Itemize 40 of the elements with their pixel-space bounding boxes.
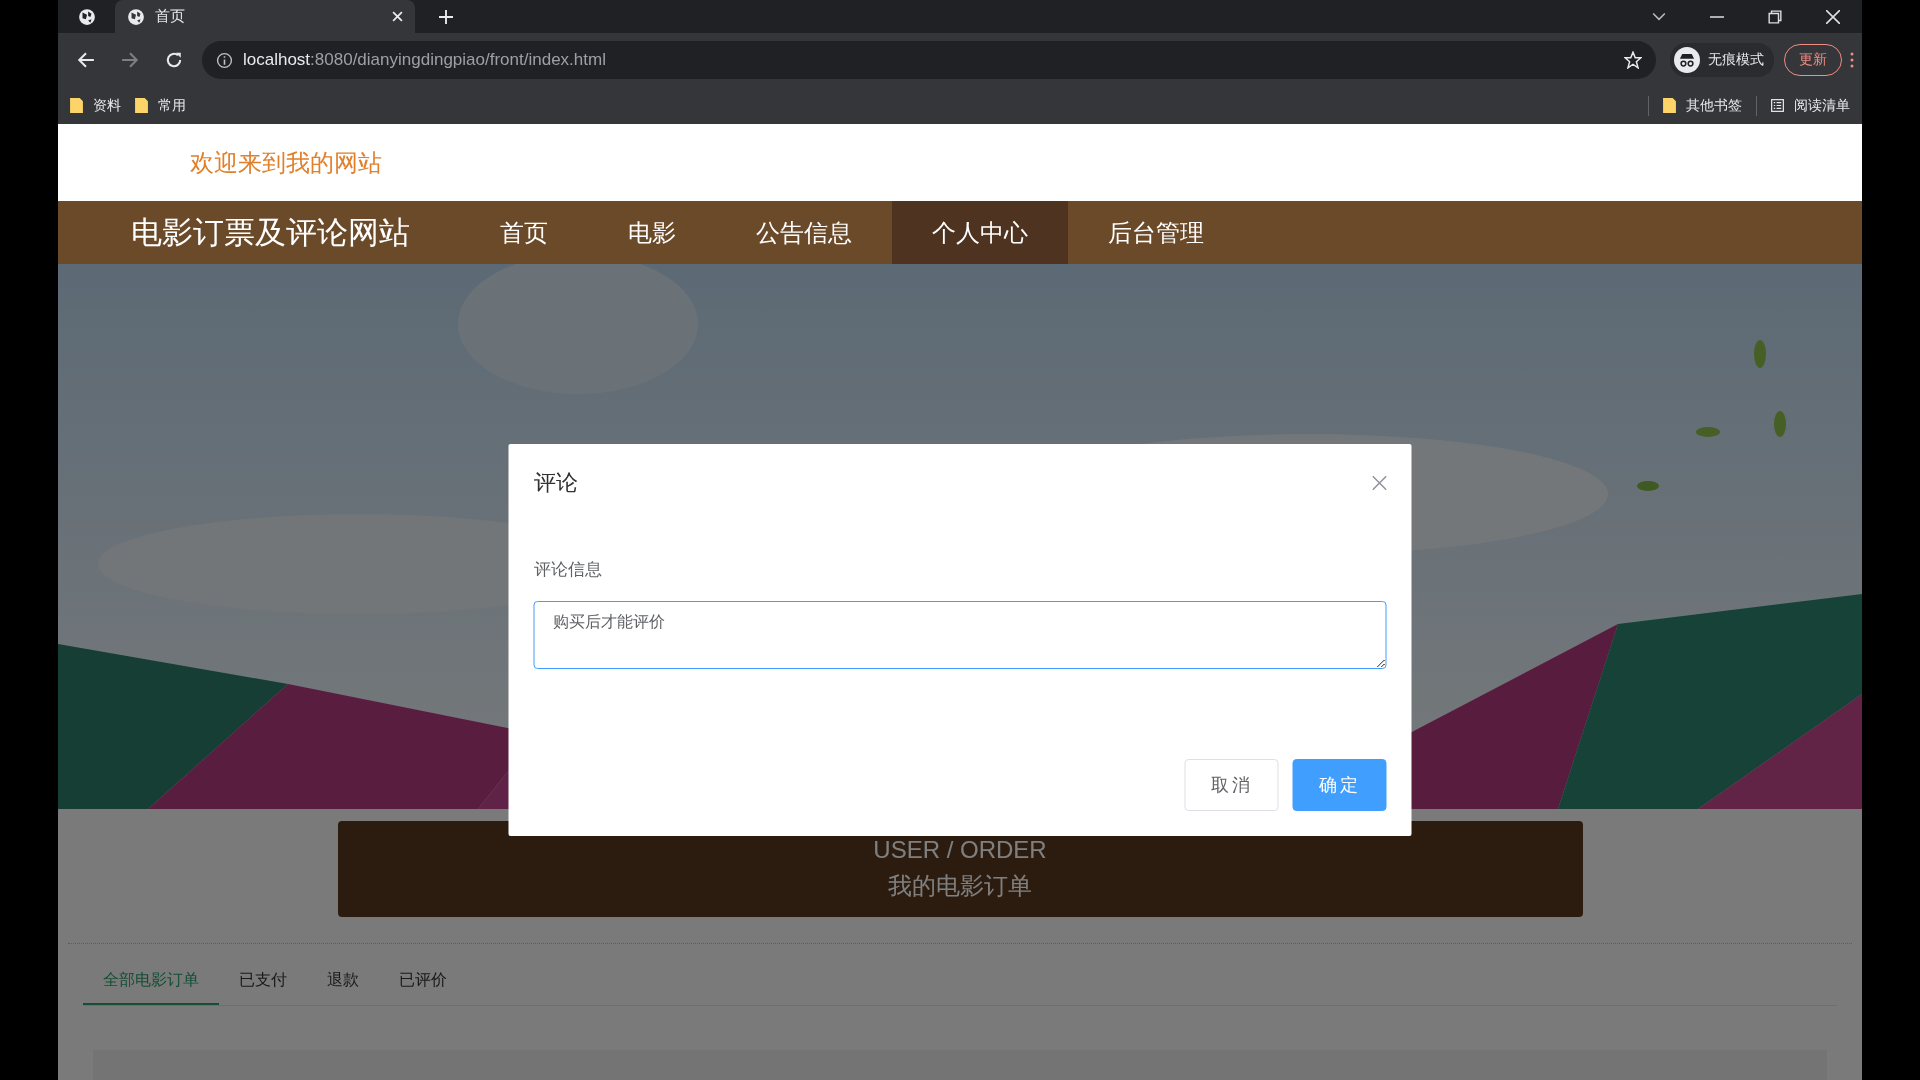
star-icon[interactable] — [1624, 51, 1642, 70]
more-icon[interactable] — [1850, 52, 1854, 69]
globe-icon — [127, 7, 145, 26]
reload-icon[interactable] — [165, 51, 183, 70]
nav-link[interactable]: 公告信息 — [716, 201, 892, 264]
nav-link[interactable]: 首页 — [460, 201, 588, 264]
nav-link[interactable]: 电影 — [588, 201, 716, 264]
cancel-button[interactable]: 取消 — [1184, 759, 1279, 811]
incognito-icon — [1674, 47, 1700, 74]
incognito-indicator[interactable]: 无痕模式 — [1670, 43, 1774, 78]
field-label: 评论信息 — [533, 558, 603, 581]
reading-list-item[interactable]: 阅读清单 — [1771, 96, 1850, 115]
site-title: 电影订票及评论网站 — [131, 212, 410, 252]
back-arrow-icon[interactable] — [77, 51, 95, 70]
order-tab[interactable]: 已支付 — [219, 970, 307, 1005]
dialog-title: 评论 — [533, 469, 578, 497]
folder-icon — [135, 98, 148, 114]
info-icon — [216, 51, 233, 69]
plus-icon[interactable] — [439, 9, 453, 24]
bookmark-item[interactable]: 资料 — [70, 96, 121, 115]
address-bar[interactable]: localhost:8080/dianyingdingpiao/front/index.html — [202, 41, 1656, 80]
banner-subtitle: USER / ORDER — [873, 836, 1047, 864]
banner-title: 我的电影订单 — [888, 871, 1032, 902]
list-icon — [1771, 98, 1784, 114]
globe-icon — [77, 7, 96, 26]
comment-field[interactable]: 购买后才能评价 — [533, 601, 1387, 669]
order-tab[interactable]: 已评价 — [379, 970, 467, 1005]
folder-icon — [1663, 98, 1676, 114]
welcome-text: 欢迎来到我的网站 — [190, 147, 382, 179]
browser-tab[interactable]: 首页 — [115, 0, 415, 33]
tab-title: 首页 — [155, 7, 186, 26]
folder-icon — [70, 98, 83, 114]
bookmark-item[interactable]: 常用 — [135, 96, 186, 115]
nav-link[interactable]: 后台管理 — [1068, 201, 1244, 264]
order-tab[interactable]: 退款 — [307, 970, 379, 1005]
restore-icon[interactable] — [1768, 9, 1782, 24]
other-bookmarks-item[interactable]: 其他书签 — [1663, 96, 1742, 115]
url-text: localhost:8080/dianyingdingpiao/front/index.html — [243, 50, 606, 71]
nav-link[interactable]: 个人中心 — [892, 201, 1068, 264]
forward-arrow-icon[interactable] — [121, 51, 139, 70]
